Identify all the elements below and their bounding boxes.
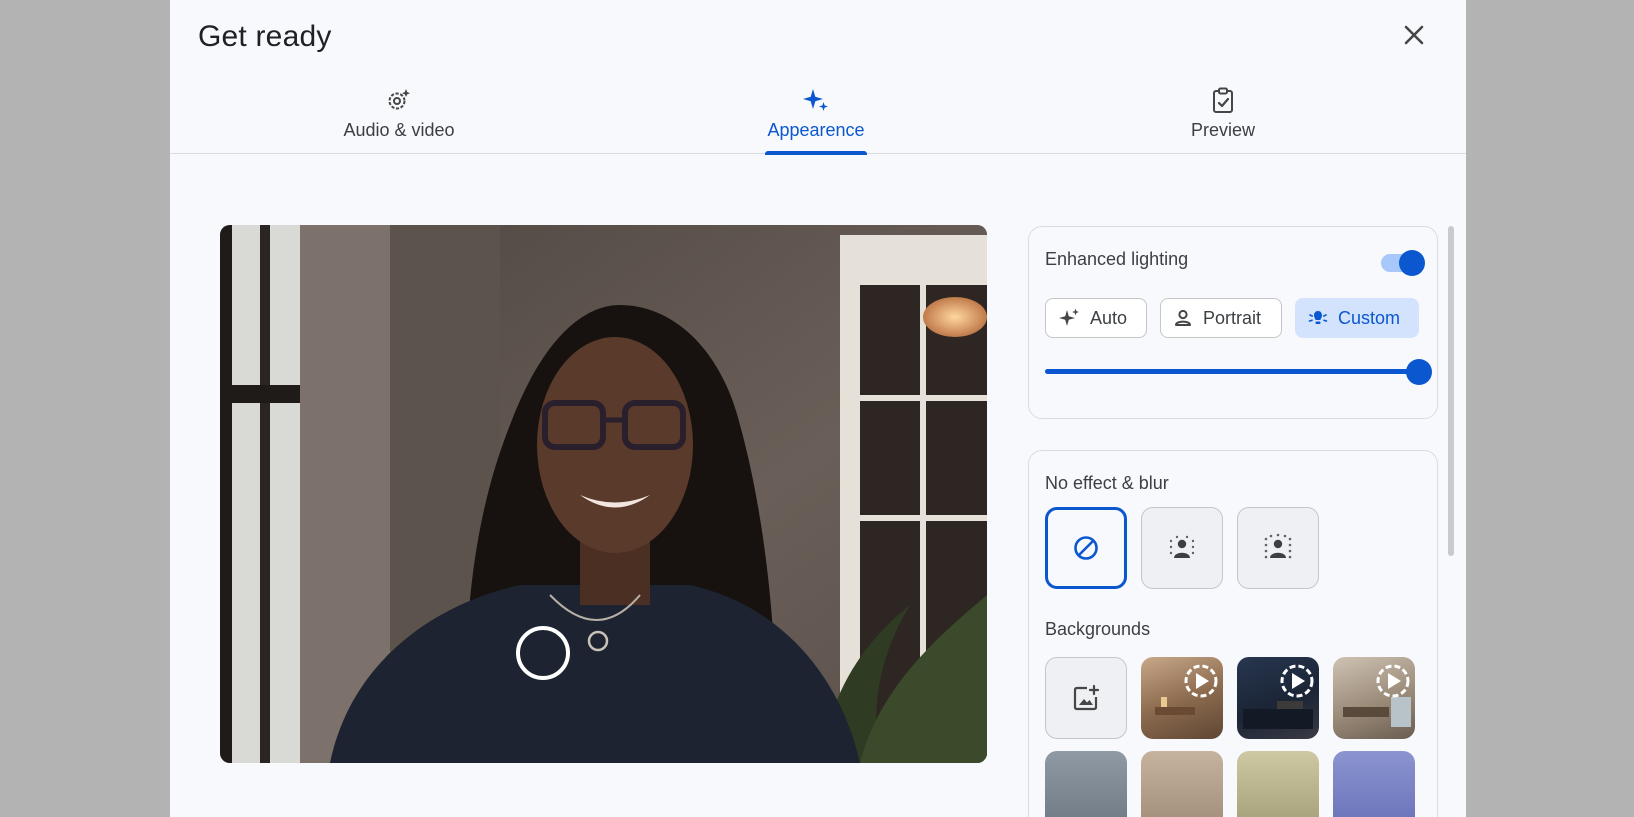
tab-label: Appearence [767,120,865,140]
effects-panel: No effect & blur Backgrounds [1028,450,1438,817]
tab-bar: Audio & video Appearence Preview [170,80,1466,155]
active-tab-indicator [765,151,867,155]
upload-background-tile[interactable] [1045,657,1127,739]
lighting-mode-auto[interactable]: Auto [1045,298,1147,338]
clipboard-check-icon [1213,87,1233,113]
lighting-mode-custom[interactable]: Custom [1295,298,1419,338]
enhanced-lighting-toggle[interactable] [1381,247,1425,277]
slight-blur-icon [1169,535,1195,558]
close-button[interactable] [1397,18,1431,52]
lighting-intensity-slider[interactable] [1045,357,1432,385]
light-bulb-icon [1308,311,1328,324]
background-night-city-tile[interactable] [1237,657,1319,739]
toggle-knob [1399,250,1425,276]
chip-label: Custom [1338,307,1401,328]
background-room-bright-tile[interactable] [1333,657,1415,739]
enhanced-lighting-label: Enhanced lighting [1045,249,1189,269]
backgrounds-label: Backgrounds [1045,619,1151,639]
dialog-title: Get ready [198,20,332,53]
add-image-icon [1073,684,1100,711]
chip-label: Auto [1090,307,1128,328]
blur-tile[interactable] [1237,507,1319,589]
animated-play-icon [1155,664,1218,715]
person-icon [1175,309,1191,326]
camera-preview [220,225,987,763]
slight-blur-tile[interactable] [1141,507,1223,589]
background-tile[interactable] [1045,751,1127,817]
slider-thumb[interactable] [1406,359,1432,385]
tab-label: Audio & video [343,120,455,140]
background-tile[interactable] [1237,751,1319,817]
no-effect-tile[interactable] [1045,507,1127,589]
lighting-mode-portrait[interactable]: Portrait [1160,298,1282,338]
slider-fill [1045,369,1419,374]
focus-ring [516,626,570,680]
background-room-warm-tile[interactable] [1141,657,1223,739]
tab-appearance[interactable]: Appearence [666,80,966,155]
chip-label: Portrait [1203,307,1262,328]
animated-play-icon [1343,664,1411,727]
sparkle-icon [803,89,828,111]
settings-sparkle-icon [388,89,410,110]
tab-audio-video[interactable]: Audio & video [249,80,549,153]
get-ready-dialog: Get ready Audio & video Appearence Previ… [170,0,1466,817]
no-effect-blur-label: No effect & blur [1045,473,1169,493]
close-icon [1404,25,1424,45]
no-effect-icon [1074,536,1098,560]
sparkle-icon [1059,308,1079,326]
background-tile[interactable] [1333,751,1415,817]
enhanced-lighting-panel: Enhanced lighting Auto Portrait Custom [1028,226,1438,419]
tab-preview[interactable]: Preview [1073,80,1373,153]
background-tile[interactable] [1141,751,1223,817]
panel-scrollbar[interactable] [1448,226,1454,556]
camera-feed-image [220,225,987,763]
tab-label: Preview [1190,120,1256,140]
animated-play-icon [1243,664,1314,729]
blur-icon [1264,533,1292,559]
